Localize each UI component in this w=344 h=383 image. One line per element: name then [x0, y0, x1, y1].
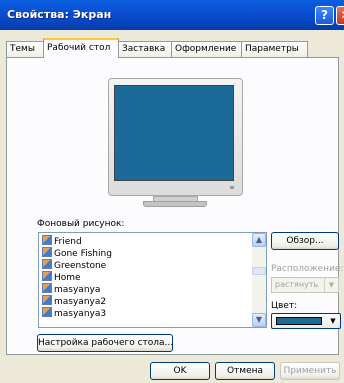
list-item[interactable]: masyanya2 [42, 295, 106, 307]
monitor-base [143, 201, 207, 207]
monitor-power-led [230, 186, 234, 189]
color-swatch [276, 317, 322, 325]
tab-settings[interactable]: Параметры [241, 41, 308, 57]
tab-screensaver[interactable]: Заставка [118, 41, 172, 57]
background-label: Фоновый рисунок: [37, 219, 125, 229]
list-item[interactable]: Friend [42, 235, 82, 247]
color-label: Цвет: [271, 301, 298, 311]
list-item[interactable]: Greenstone [42, 259, 106, 271]
image-icon [42, 295, 52, 305]
color-picker-button[interactable]: ▼ [271, 313, 341, 329]
tab-appearance[interactable]: Оформление [171, 41, 242, 57]
tab-desktop[interactable]: Рабочий стол [43, 38, 119, 58]
position-select[interactable]: растянуть ▼ [271, 277, 339, 293]
help-button[interactable]: ? [315, 6, 334, 25]
background-list[interactable]: Friend Gone Fishing Greenstone Home masy… [38, 232, 267, 328]
list-item-label: masyanya [54, 285, 101, 295]
list-item-label: Greenstone [54, 261, 107, 271]
ok-button[interactable]: OK [150, 362, 210, 380]
tab-themes[interactable]: Темы [6, 41, 44, 57]
customize-desktop-button[interactable]: Настройка рабочего стола... [37, 334, 173, 352]
list-item[interactable]: masyanya3 [42, 307, 106, 319]
list-item[interactable]: Home [42, 271, 81, 283]
chevron-down-icon: ▼ [324, 278, 338, 292]
list-item[interactable]: masyanya [42, 283, 100, 295]
list-item-label: masyanya2 [54, 297, 107, 307]
image-icon [42, 271, 52, 281]
close-button[interactable]: ✕ [336, 6, 344, 25]
chevron-down-icon: ▼ [330, 317, 336, 325]
scroll-up-icon[interactable]: ▲ [252, 233, 266, 247]
image-icon [42, 283, 52, 293]
vertical-scrollbar[interactable]: ▲ ▼ [252, 233, 266, 327]
list-item-label: Gone Fishing [54, 249, 112, 259]
position-value: растянуть [275, 280, 319, 289]
browse-button[interactable]: Обзор... [271, 232, 339, 250]
title-bar[interactable]: Свойства: Экран ? ✕ [0, 0, 344, 30]
display-properties-window: Свойства: Экран ? ✕ Темы Рабочий стол За… [0, 0, 344, 383]
list-item[interactable]: Gone Fishing [42, 247, 112, 259]
image-icon [42, 307, 52, 317]
apply-button[interactable]: Применить [280, 362, 340, 380]
list-item-label: masyanya3 [54, 309, 107, 319]
cancel-button[interactable]: Отмена [215, 362, 275, 380]
list-item-label: Home [54, 273, 81, 283]
image-icon [42, 235, 52, 245]
scroll-down-icon[interactable]: ▼ [252, 313, 266, 327]
image-icon [42, 259, 52, 269]
list-item-label: Friend [54, 237, 82, 247]
scroll-thumb[interactable] [252, 267, 266, 275]
monitor-screen [114, 85, 234, 181]
position-label: Расположение: [271, 264, 344, 274]
window-title: Свойства: Экран [7, 8, 112, 21]
image-icon [42, 247, 52, 257]
